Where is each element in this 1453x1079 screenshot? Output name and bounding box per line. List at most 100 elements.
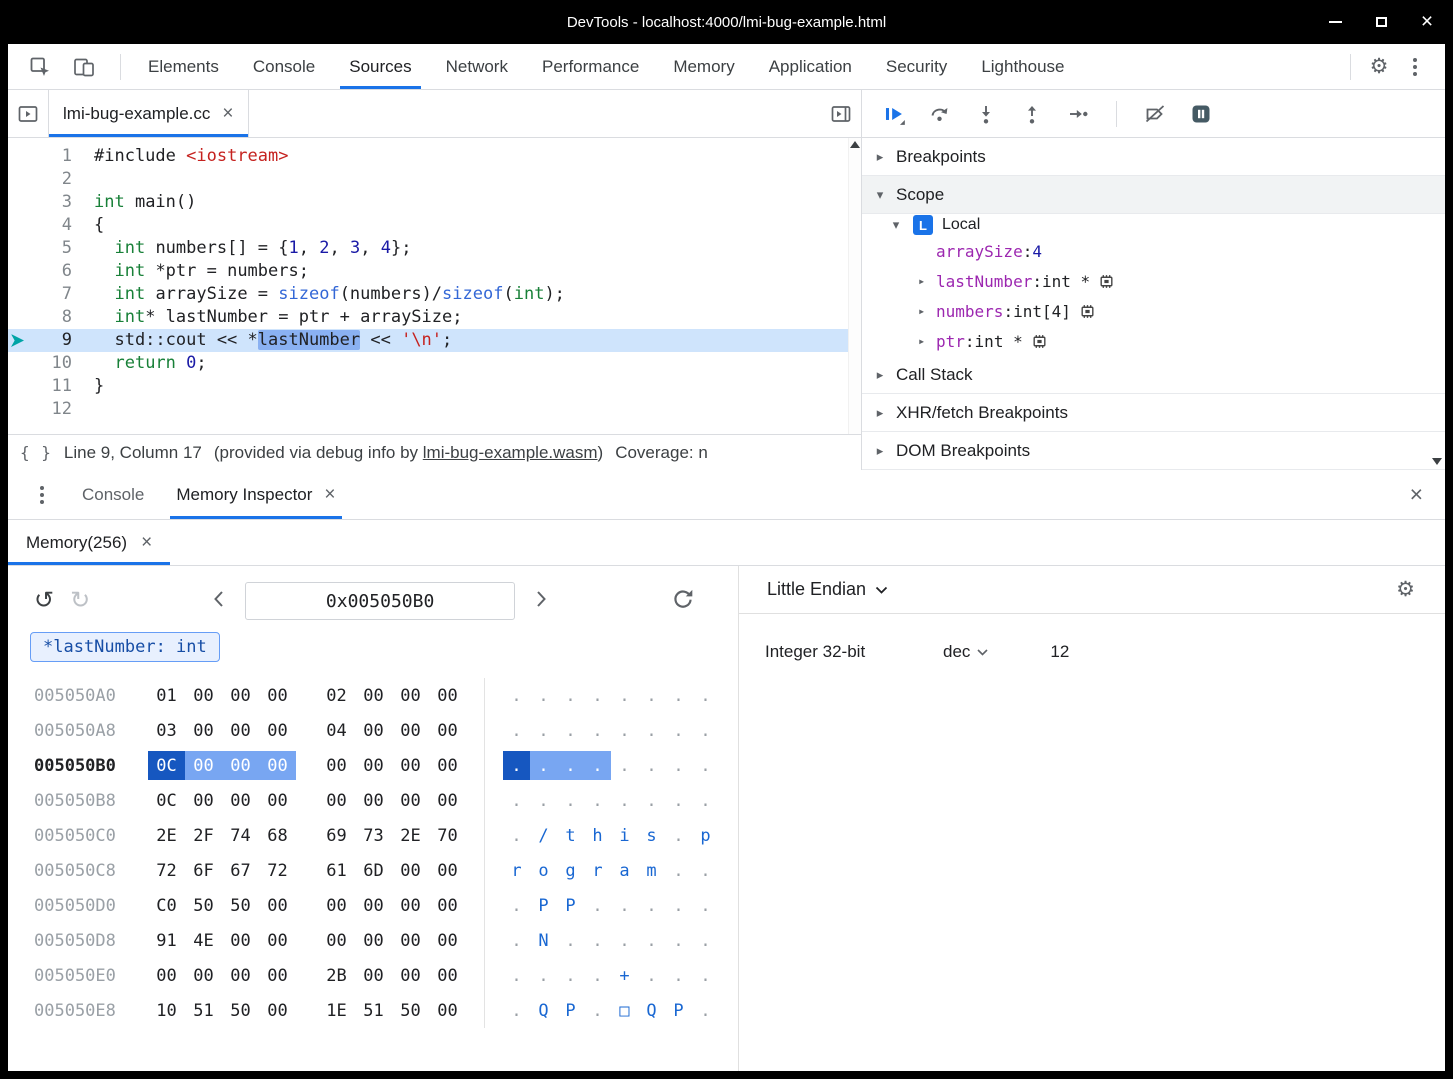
memory-byte[interactable]: 00 [148, 961, 185, 990]
memory-ascii-char[interactable]: . [692, 751, 719, 780]
settings-gear-icon[interactable]: ⚙ [1361, 50, 1397, 84]
memory-byte[interactable]: 6F [185, 856, 222, 885]
memory-ascii-char[interactable]: . [530, 786, 557, 815]
maximize-icon[interactable] [1373, 14, 1389, 30]
memory-byte[interactable]: 91 [148, 926, 185, 955]
line-number[interactable]: 4 [8, 214, 86, 237]
tab-lighthouse[interactable]: Lighthouse [964, 44, 1081, 89]
memory-byte[interactable]: 00 [392, 751, 429, 780]
editor-scrollbar[interactable] [848, 138, 861, 434]
memory-byte[interactable]: 00 [318, 891, 355, 920]
memory-ascii-char[interactable]: . [692, 926, 719, 955]
section-scope[interactable]: ▾ Scope [862, 176, 1445, 214]
code-line-2[interactable]: 2 [8, 168, 861, 191]
memory-byte[interactable]: 69 [318, 821, 355, 850]
memory-byte[interactable]: 00 [429, 961, 466, 990]
section-dom-breakpoints[interactable]: ▸ DOM Breakpoints [862, 432, 1445, 470]
memory-byte[interactable]: 00 [185, 786, 222, 815]
open-memory-inspector-icon[interactable] [1031, 333, 1048, 350]
memory-ascii-char[interactable]: . [503, 996, 530, 1025]
memory-byte[interactable]: 00 [355, 961, 392, 990]
pretty-print-icon[interactable]: { } [20, 443, 52, 462]
memory-byte[interactable]: 2E [148, 821, 185, 850]
memory-byte[interactable]: 00 [259, 681, 296, 710]
memory-byte[interactable]: 2E [392, 821, 429, 850]
history-forward-icon[interactable]: ↻ [70, 589, 90, 613]
scope-variable-lastNumber[interactable]: ▸lastNumber: int * [862, 266, 1445, 296]
scope-variable-numbers[interactable]: ▸numbers: int[4] [862, 296, 1445, 326]
memory-byte[interactable]: 73 [355, 821, 392, 850]
memory-ascii-char[interactable]: . [611, 681, 638, 710]
memory-ascii-char[interactable]: P [665, 996, 692, 1025]
scope-variable-ptr[interactable]: ▸ptr: int * [862, 326, 1445, 356]
memory-byte[interactable]: 00 [429, 716, 466, 745]
line-number[interactable]: 10 [8, 352, 86, 375]
memory-ascii-char[interactable]: P [557, 996, 584, 1025]
memory-ascii-char[interactable]: . [503, 926, 530, 955]
line-number[interactable]: 7 [8, 283, 86, 306]
section-xhr-breakpoints[interactable]: ▸ XHR/fetch Breakpoints [862, 394, 1445, 432]
code-line-9[interactable]: 9 std::cout << *lastNumber << '\n'; [8, 329, 861, 352]
close-window-icon[interactable]: × [1419, 14, 1435, 30]
memory-ascii-char[interactable]: r [503, 856, 530, 885]
line-number[interactable]: 11 [8, 375, 86, 398]
memory-byte[interactable]: 00 [259, 716, 296, 745]
line-number[interactable]: 5 [8, 237, 86, 260]
memory-ascii-char[interactable]: . [692, 996, 719, 1025]
step-into-button[interactable] [968, 97, 1004, 131]
memory-byte[interactable]: 00 [429, 856, 466, 885]
toggle-debugger-sidebar-icon[interactable] [823, 97, 859, 131]
code-line-3[interactable]: 3int main() [8, 191, 861, 214]
memory-ascii-char[interactable]: . [665, 681, 692, 710]
memory-byte[interactable]: 00 [429, 681, 466, 710]
file-tab-close-icon[interactable]: × [222, 104, 233, 123]
memory-ascii-char[interactable]: i [611, 821, 638, 850]
memory-byte[interactable]: 6D [355, 856, 392, 885]
memory-ascii-char[interactable]: . [584, 751, 611, 780]
memory-ascii-char[interactable]: h [584, 821, 611, 850]
line-number[interactable]: 12 [8, 398, 86, 421]
memory-ascii-char[interactable]: . [503, 961, 530, 990]
memory-ascii-char[interactable]: . [665, 716, 692, 745]
value-settings-gear-icon[interactable]: ⚙ [1396, 577, 1415, 602]
tab-elements[interactable]: Elements [131, 44, 236, 89]
deactivate-breakpoints-button[interactable] [1137, 97, 1173, 131]
tab-memory[interactable]: Memory [656, 44, 751, 89]
memory-byte[interactable]: 00 [392, 786, 429, 815]
memory-byte[interactable]: 00 [355, 786, 392, 815]
code-line-12[interactable]: 12 [8, 398, 861, 421]
scope-variable-arraySize[interactable]: arraySize: 4 [862, 236, 1445, 266]
code-line-7[interactable]: 7 int arraySize = sizeof(numbers)/sizeof… [8, 283, 861, 306]
memory-ascii-char[interactable]: . [665, 786, 692, 815]
value-format-dropdown[interactable]: dec [943, 642, 988, 662]
memory-byte[interactable]: 70 [429, 821, 466, 850]
memory-byte[interactable]: 00 [222, 786, 259, 815]
code-line-11[interactable]: 11} [8, 375, 861, 398]
memory-byte[interactable]: 00 [392, 856, 429, 885]
tab-security[interactable]: Security [869, 44, 964, 89]
memory-ascii-char[interactable]: . [665, 751, 692, 780]
memory-ascii-char[interactable]: . [665, 891, 692, 920]
memory-ascii-char[interactable]: . [692, 716, 719, 745]
memory-byte[interactable]: 00 [259, 996, 296, 1025]
drawer-more-tabs-icon[interactable] [32, 483, 52, 507]
memory-byte[interactable]: 04 [318, 716, 355, 745]
memory-ascii-char[interactable]: . [638, 751, 665, 780]
memory-ascii-char[interactable]: □ [611, 996, 638, 1025]
memory-ascii-char[interactable]: . [584, 716, 611, 745]
memory-ascii-char[interactable]: s [638, 821, 665, 850]
memory-ascii-char[interactable]: . [530, 961, 557, 990]
memory-ascii-char[interactable]: . [503, 681, 530, 710]
memory-byte[interactable]: 00 [185, 716, 222, 745]
memory-ascii-char[interactable]: . [584, 891, 611, 920]
memory-buffer-close-icon[interactable]: × [141, 533, 152, 552]
memory-ascii-char[interactable]: . [692, 891, 719, 920]
memory-ascii-char[interactable]: / [530, 821, 557, 850]
device-toolbar-icon[interactable] [66, 50, 102, 84]
memory-ascii-char[interactable]: m [638, 856, 665, 885]
memory-byte[interactable]: 00 [222, 926, 259, 955]
memory-byte[interactable]: 00 [222, 961, 259, 990]
open-memory-inspector-icon[interactable] [1079, 303, 1096, 320]
memory-byte[interactable]: 00 [429, 891, 466, 920]
drawer-tab-memory-inspector[interactable]: Memory Inspector × [160, 470, 351, 519]
